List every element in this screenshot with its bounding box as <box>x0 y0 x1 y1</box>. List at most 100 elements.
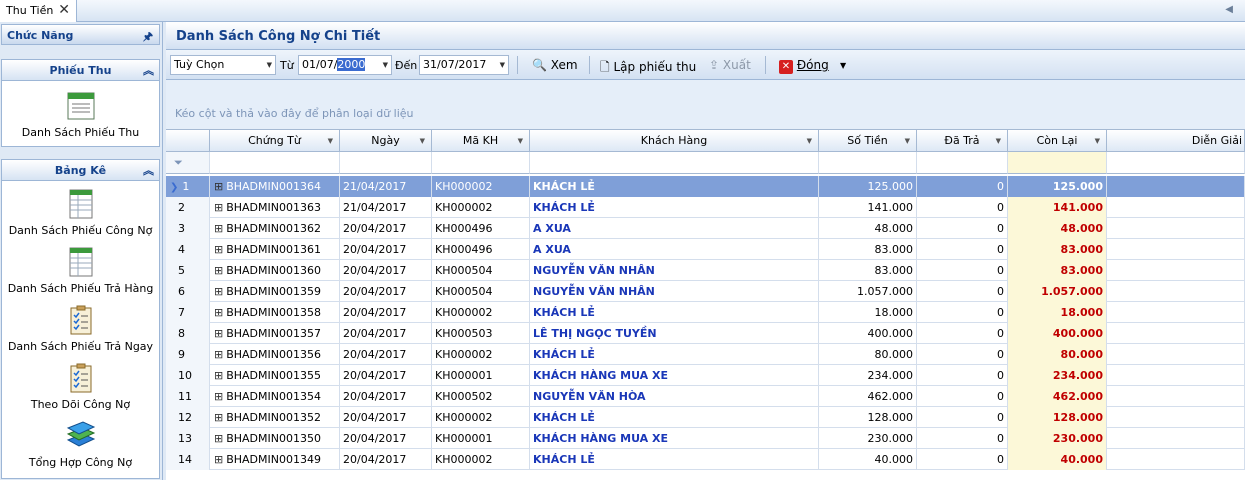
paid-cell[interactable]: 0 <box>917 407 1008 428</box>
date-cell[interactable]: 20/04/2017 <box>340 449 432 470</box>
column-header-con-lai[interactable]: Còn Lại ▼ <box>1008 130 1107 152</box>
customer-name-cell[interactable]: KHÁCH HÀNG MUA XE <box>530 428 819 449</box>
create-receipt-button[interactable]: 🗋 Lập phiếu thu <box>600 55 696 75</box>
row-number-cell[interactable]: 14 <box>166 449 210 470</box>
balance-cell[interactable]: 40.000 <box>1008 449 1107 470</box>
voucher-cell[interactable]: BHADMIN001354 <box>210 386 340 407</box>
description-cell[interactable] <box>1107 344 1245 365</box>
table-row[interactable]: 8 BHADMIN00135720/04/2017KH000503LÊ THỊ N… <box>166 323 1245 344</box>
row-number-cell[interactable]: 8 <box>166 323 210 344</box>
description-cell[interactable] <box>1107 449 1245 470</box>
column-header-so-tien[interactable]: Số Tiền ▼ <box>819 130 917 152</box>
date-cell[interactable]: 21/04/2017 <box>340 176 432 197</box>
row-number-cell[interactable]: 13 <box>166 428 210 449</box>
customer-code-cell[interactable]: KH000002 <box>432 449 530 470</box>
group-header[interactable]: Phiếu Thu ︽ <box>2 60 159 81</box>
paid-cell[interactable]: 0 <box>917 428 1008 449</box>
date-cell[interactable]: 20/04/2017 <box>340 365 432 386</box>
chevron-down-icon[interactable]: ▼ <box>267 61 272 69</box>
filter-cell[interactable] <box>819 152 917 174</box>
voucher-cell[interactable]: BHADMIN001364 <box>210 176 340 197</box>
customer-name-cell[interactable]: A XUA <box>530 218 819 239</box>
filter-dropdown-icon[interactable]: ▼ <box>420 137 425 145</box>
balance-cell[interactable]: 1.057.000 <box>1008 281 1107 302</box>
paid-cell[interactable]: 0 <box>917 386 1008 407</box>
table-row[interactable]: 3BHADMIN00136220/04/2017KH000496A XUA48.… <box>166 218 1245 239</box>
amount-cell[interactable]: 83.000 <box>819 239 917 260</box>
amount-cell[interactable]: 18.000 <box>819 302 917 323</box>
amount-cell[interactable]: 40.000 <box>819 449 917 470</box>
paid-cell[interactable]: 0 <box>917 218 1008 239</box>
customer-code-cell[interactable]: KH000496 <box>432 218 530 239</box>
nav-danh-sach-phieu-tra-ngay[interactable]: Danh Sách Phiếu Trả Ngay <box>2 304 159 353</box>
voucher-cell[interactable]: BHADMIN001359 <box>210 281 340 302</box>
chevron-down-icon[interactable]: ▼ <box>840 55 846 75</box>
close-button[interactable]: ✕ Đóng <box>779 55 829 75</box>
customer-name-cell[interactable]: A XUA <box>530 239 819 260</box>
voucher-cell[interactable]: BHADMIN001361 <box>210 239 340 260</box>
voucher-cell[interactable]: BHADMIN001358 <box>210 302 340 323</box>
row-number-cell[interactable]: 5 <box>166 260 210 281</box>
amount-cell[interactable]: 141.000 <box>819 197 917 218</box>
customer-code-cell[interactable]: KH000002 <box>432 197 530 218</box>
date-cell[interactable]: 20/04/2017 <box>340 218 432 239</box>
nav-danh-sach-phieu-thu[interactable]: Danh Sách Phiếu Thu <box>2 90 159 139</box>
amount-cell[interactable]: 48.000 <box>819 218 917 239</box>
filter-dropdown-icon[interactable]: ▼ <box>328 137 333 145</box>
paid-cell[interactable]: 0 <box>917 302 1008 323</box>
voucher-cell[interactable]: BHADMIN001355 <box>210 365 340 386</box>
table-row[interactable]: 11 BHADMIN00135420/04/2017KH000502NGUYỄN … <box>166 386 1245 407</box>
date-cell[interactable]: 20/04/2017 <box>340 344 432 365</box>
chevron-down-icon[interactable]: ▼ <box>500 61 505 69</box>
table-row[interactable]: ❯1BHADMIN00136421/04/2017KH000002KHÁCH L… <box>166 176 1245 197</box>
date-cell[interactable]: 20/04/2017 <box>340 239 432 260</box>
chevron-left-icon[interactable]: ◀ <box>1225 4 1233 15</box>
paid-cell[interactable]: 0 <box>917 449 1008 470</box>
column-header-dien-giai[interactable]: Diễn Giải <box>1107 130 1245 152</box>
amount-cell[interactable]: 128.000 <box>819 407 917 428</box>
date-cell[interactable]: 20/04/2017 <box>340 386 432 407</box>
tab-thu-tien[interactable]: Thu Tiền ✕ <box>0 0 77 22</box>
customer-name-cell[interactable]: LÊ THỊ NGỌC TUYỀN <box>530 323 819 344</box>
customer-code-cell[interactable]: KH000502 <box>432 386 530 407</box>
date-cell[interactable]: 20/04/2017 <box>340 428 432 449</box>
filter-cell[interactable] <box>917 152 1008 174</box>
customer-name-cell[interactable]: NGUYỄN VĂN NHÂN <box>530 281 819 302</box>
table-row[interactable]: 14 BHADMIN00134920/04/2017KH000002KHÁCH L… <box>166 449 1245 470</box>
table-row[interactable]: 10 BHADMIN00135520/04/2017KH000001KHÁCH H… <box>166 365 1245 386</box>
voucher-cell[interactable]: BHADMIN001350 <box>210 428 340 449</box>
description-cell[interactable] <box>1107 239 1245 260</box>
view-button[interactable]: 🔍 Xem <box>532 55 578 75</box>
row-number-cell[interactable]: 4 <box>166 239 210 260</box>
customer-name-cell[interactable]: NGUYỄN VĂN HÒA <box>530 386 819 407</box>
description-cell[interactable] <box>1107 176 1245 197</box>
table-row[interactable]: 4BHADMIN00136120/04/2017KH000496A XUA83.… <box>166 239 1245 260</box>
to-date-input[interactable]: 31/07/2017 ▼ <box>419 55 509 75</box>
group-header[interactable]: Bảng Kê ︽ <box>2 160 159 181</box>
balance-cell[interactable]: 125.000 <box>1008 176 1107 197</box>
description-cell[interactable] <box>1107 407 1245 428</box>
amount-cell[interactable]: 234.000 <box>819 365 917 386</box>
customer-name-cell[interactable]: KHÁCH LẺ <box>530 449 819 470</box>
customer-code-cell[interactable]: KH000503 <box>432 323 530 344</box>
nav-theo-doi-cong-no[interactable]: Theo Dõi Công Nợ <box>2 362 159 411</box>
amount-cell[interactable]: 1.057.000 <box>819 281 917 302</box>
group-by-panel[interactable]: Kéo cột và thả vào đây để phân loại dữ l… <box>166 80 1245 130</box>
filter-dropdown-icon[interactable]: ▼ <box>996 137 1001 145</box>
voucher-cell[interactable]: BHADMIN001360 <box>210 260 340 281</box>
table-row[interactable]: 13 BHADMIN00135020/04/2017KH000001KHÁCH H… <box>166 428 1245 449</box>
filter-dropdown-icon[interactable]: ▼ <box>905 137 910 145</box>
customer-name-cell[interactable]: NGUYỄN VĂN NHÂN <box>530 260 819 281</box>
amount-cell[interactable]: 230.000 <box>819 428 917 449</box>
nav-tong-hop-cong-no[interactable]: Tổng Hợp Công Nợ <box>2 420 159 469</box>
description-cell[interactable] <box>1107 302 1245 323</box>
paid-cell[interactable]: 0 <box>917 323 1008 344</box>
customer-code-cell[interactable]: KH000504 <box>432 281 530 302</box>
balance-cell[interactable]: 128.000 <box>1008 407 1107 428</box>
customer-name-cell[interactable]: KHÁCH LẺ <box>530 197 819 218</box>
amount-cell[interactable]: 400.000 <box>819 323 917 344</box>
row-number-cell[interactable]: 2 <box>166 197 210 218</box>
nav-danh-sach-phieu-tra-hang[interactable]: Danh Sách Phiếu Trả Hàng <box>2 246 159 295</box>
column-header-chung-tu[interactable]: Chứng Từ ▼ <box>210 130 340 152</box>
customer-code-cell[interactable]: KH000002 <box>432 344 530 365</box>
